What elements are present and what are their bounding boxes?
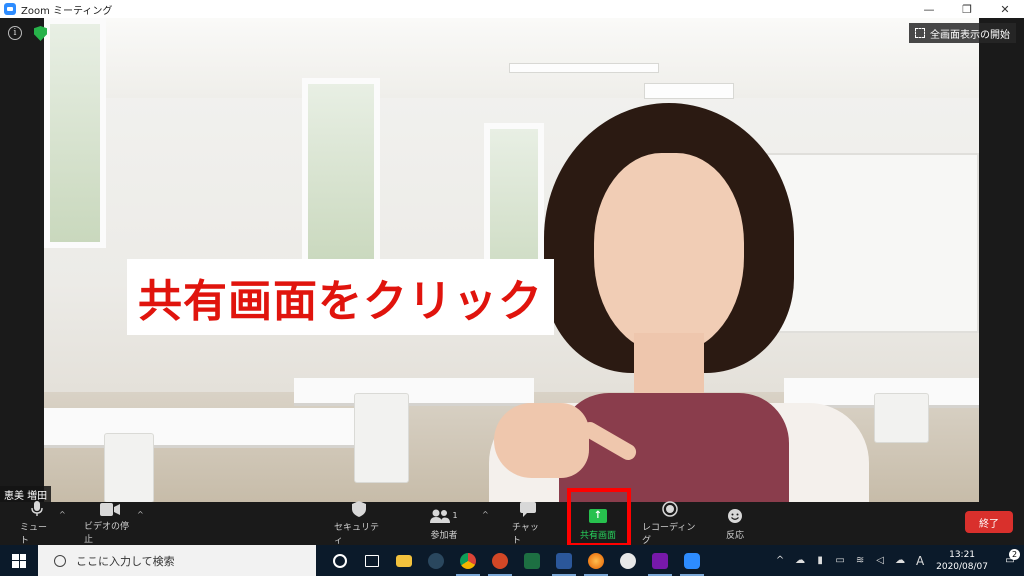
zoom-app-icon — [4, 3, 16, 15]
close-button[interactable]: ✕ — [986, 0, 1024, 18]
search-placeholder: ここに入力して検索 — [76, 554, 175, 568]
fullscreen-button[interactable]: 全画面表示の開始 — [909, 23, 1016, 43]
record-button[interactable]: レコーディング — [642, 501, 698, 546]
meeting-toolbar: ミュート ^ ビデオの停止 ^ セキュリティ 1 参加者 ^ チャット ↑ 共有… — [0, 501, 1024, 546]
restore-button[interactable]: ❐ — [948, 0, 986, 18]
video-background-window — [302, 78, 380, 273]
clock-date: 2020/08/07 — [936, 561, 988, 572]
steam-icon[interactable] — [420, 545, 452, 576]
security-button[interactable]: セキュリティ — [334, 501, 384, 546]
end-meeting-button[interactable]: 終了 — [965, 511, 1013, 533]
video-background-chair — [354, 393, 409, 483]
mute-button[interactable]: ミュート — [20, 501, 54, 546]
participants-count: 1 — [452, 511, 458, 520]
volume-icon[interactable]: ◁ — [872, 555, 888, 566]
ime-indicator[interactable]: A — [912, 554, 928, 568]
zoom-taskbar-icon[interactable] — [676, 545, 708, 576]
webcam-app-icon[interactable] — [612, 545, 644, 576]
word-icon[interactable] — [548, 545, 580, 576]
participants-button[interactable]: 1 参加者 — [426, 502, 462, 545]
windows-taskbar: ここに入力して検索 ^ ☁ ▮ ▭ ≋ ◁ ☁ A 13:21 2020/08/… — [0, 545, 1024, 576]
chat-bubble-icon — [520, 501, 536, 517]
notification-count-badge: 2 — [1009, 549, 1020, 560]
taskbar-apps — [324, 545, 708, 576]
participants-label: 参加者 — [430, 530, 458, 541]
video-background-desk — [44, 408, 354, 448]
notification-center-button[interactable]: ▭ 2 — [996, 549, 1024, 566]
caption-text: 共有画面をクリック — [138, 276, 543, 327]
reactions-button[interactable]: 反応 — [722, 502, 748, 545]
video-background-light — [644, 83, 734, 99]
video-background-chair — [104, 433, 154, 502]
participant-video: 共有画面をクリック — [44, 18, 979, 502]
video-background-window — [44, 18, 106, 248]
firefox-icon[interactable] — [580, 545, 612, 576]
zoom-window: Zoom ミーティング — ❐ ✕ 共有画面をクリック i 全画面表示の開始 恵… — [0, 0, 1024, 576]
security-label: セキュリティ — [334, 523, 380, 546]
chrome-icon[interactable] — [452, 545, 484, 576]
person-shirt — [559, 393, 789, 502]
person-face — [594, 153, 744, 353]
participants-options-caret-icon[interactable]: ^ — [482, 510, 489, 519]
title-bar: Zoom ミーティング — ❐ ✕ — [0, 0, 1024, 18]
task-view-icon[interactable] — [356, 545, 388, 576]
audio-options-caret-icon[interactable]: ^ — [59, 510, 66, 519]
smiley-icon — [727, 507, 743, 525]
video-options-caret-icon[interactable]: ^ — [137, 510, 144, 519]
excel-icon[interactable] — [516, 545, 548, 576]
chat-label: チャット — [512, 522, 539, 546]
minimize-button[interactable]: — — [910, 0, 948, 18]
record-icon — [662, 501, 678, 517]
fullscreen-icon — [915, 28, 925, 38]
fullscreen-label: 全画面表示の開始 — [930, 29, 1010, 41]
record-label: レコーディング — [642, 523, 696, 546]
reactions-label: 反応 — [725, 530, 744, 541]
stop-video-label: ビデオの停止 — [84, 522, 130, 545]
stop-video-button[interactable]: ビデオの停止 — [84, 502, 136, 545]
search-icon — [54, 554, 66, 567]
video-background-light — [509, 63, 659, 73]
meeting-area: 共有画面をクリック i 全画面表示の開始 恵美 増田 — [0, 18, 1024, 502]
video-background-chair — [874, 393, 929, 443]
security-shield-icon — [352, 501, 366, 517]
person-neck — [634, 333, 704, 393]
file-explorer-icon[interactable] — [388, 545, 420, 576]
share-screen-highlight — [567, 488, 631, 547]
person-hand — [494, 403, 589, 478]
taskbar-search-box[interactable]: ここに入力して検索 — [38, 545, 316, 576]
mute-label: ミュート — [20, 523, 48, 546]
meeting-info-icon[interactable]: i — [8, 26, 22, 40]
start-button[interactable] — [0, 545, 38, 576]
onenote-icon[interactable] — [644, 545, 676, 576]
windows-logo-icon — [12, 553, 26, 568]
onedrive-icon[interactable]: ☁ — [792, 555, 808, 566]
participant-name-label: 恵美 増田 — [0, 486, 52, 502]
caption-overlay: 共有画面をクリック — [127, 259, 554, 335]
wifi-icon[interactable]: ≋ — [852, 555, 868, 566]
window-controls: — ❐ ✕ — [910, 0, 1024, 18]
cloud-sync-icon[interactable]: ☁ — [892, 555, 908, 566]
usb-icon[interactable]: ▮ — [812, 555, 828, 566]
battery-icon[interactable]: ▭ — [832, 555, 848, 566]
chat-button[interactable]: チャット — [512, 501, 544, 546]
participants-icon: 1 — [430, 507, 458, 525]
video-background-ceiling — [44, 18, 979, 98]
system-tray: ^ ☁ ▮ ▭ ≋ ◁ ☁ A 13:21 2020/08/07 ▭ 2 — [770, 545, 1024, 576]
tray-overflow-icon[interactable]: ^ — [772, 555, 788, 566]
taskbar-clock[interactable]: 13:21 2020/08/07 — [936, 549, 988, 573]
powerpoint-icon[interactable] — [484, 545, 516, 576]
video-camera-icon — [100, 502, 120, 516]
cortana-icon[interactable] — [324, 545, 356, 576]
window-title: Zoom ミーティング — [21, 5, 113, 17]
microphone-icon — [31, 501, 43, 517]
clock-time: 13:21 — [949, 549, 976, 560]
